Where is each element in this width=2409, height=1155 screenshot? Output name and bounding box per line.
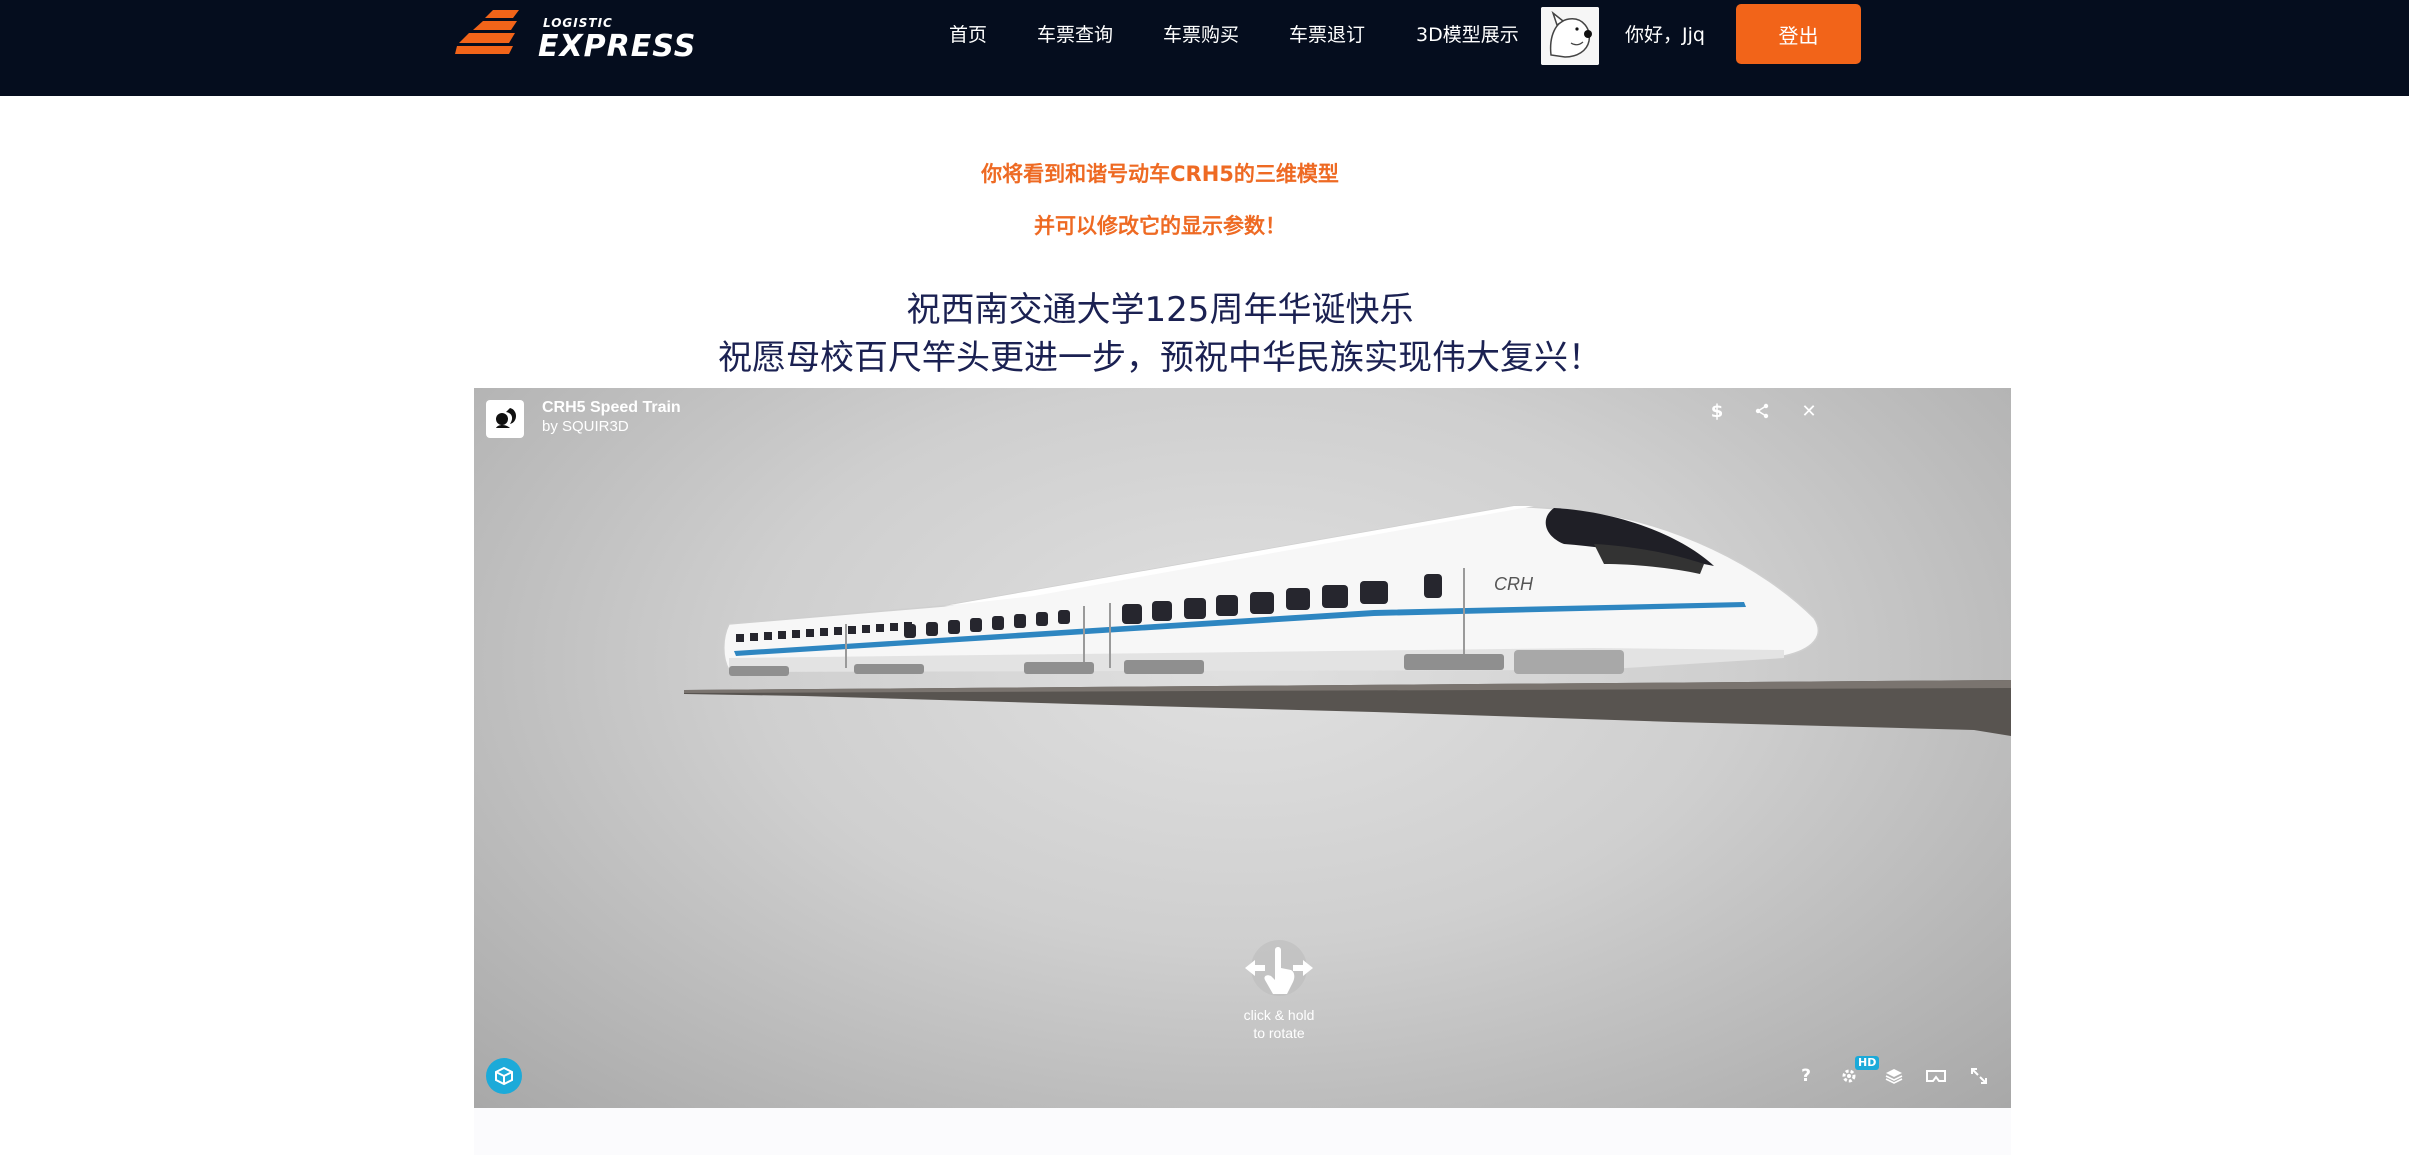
vr-icon[interactable] — [1921, 1061, 1951, 1091]
nav-ticket-purchase[interactable]: 车票购买 — [1163, 20, 1239, 50]
squir3d-avatar[interactable] — [486, 400, 524, 438]
fullscreen-icon[interactable] — [1964, 1061, 1994, 1091]
nav-home[interactable]: 首页 — [949, 20, 987, 50]
model-author[interactable]: by SQUIR3D — [542, 418, 629, 435]
squirrel-icon — [496, 408, 516, 428]
headline-line-2: 祝愿母校百尺竿头更进一步，预祝中华民族实现伟大复兴！ — [718, 338, 1602, 378]
nav-3d-model[interactable]: 3D模型展示 — [1416, 20, 1519, 50]
rotate-hint: click & hold to rotate — [1224, 938, 1334, 1042]
hd-badge: HD — [1855, 1056, 1880, 1070]
nav-ticket-refund[interactable]: 车票退订 — [1289, 20, 1365, 50]
close-icon[interactable]: ✕ — [1794, 396, 1824, 426]
logo-mark-icon — [455, 10, 519, 54]
layers-icon[interactable] — [1879, 1061, 1909, 1091]
logistic-express-logo[interactable]: LOGISTIC EXPRESS — [455, 8, 695, 64]
avatar[interactable] — [1541, 7, 1599, 65]
user-greeting: 你好，Jjq — [1625, 24, 1705, 46]
logout-button[interactable]: 登出 — [1736, 4, 1861, 64]
rotate-hint-line-1: click & hold — [1243, 1007, 1315, 1023]
nav-ticket-query[interactable]: 车票查询 — [1037, 20, 1113, 50]
headline-line-1: 祝西南交通大学125周年华诞快乐 — [906, 290, 1414, 330]
rotate-hint-line-2: to rotate — [1253, 1025, 1305, 1041]
avatar-dog-icon — [1541, 7, 1599, 65]
hand-rotate-icon — [1245, 940, 1313, 996]
logo-big-text: EXPRESS — [538, 29, 697, 64]
share-icon[interactable] — [1747, 396, 1777, 426]
viewer-bottom-band — [474, 1108, 2011, 1155]
logo-small-text: LOGISTIC — [543, 16, 613, 30]
top-navbar: LOGISTIC EXPRESS 首页 车票查询 车票购买 车票退订 3D模型展… — [0, 0, 2409, 96]
intro-line-1: 你将看到和谐号动车CRH5的三维模型 — [981, 162, 1339, 186]
model-title[interactable]: CRH5 Speed Train — [542, 399, 681, 417]
intro-line-2: 并可以修改它的显示参数！ — [1034, 214, 1286, 238]
help-icon[interactable]: ? — [1791, 1061, 1821, 1091]
train-crh-label: CRH — [1494, 574, 1534, 594]
model-viewer[interactable]: CRH CRH5 Speed Train by SQUIR3D $ ✕ clic… — [474, 388, 2011, 1108]
sketchfab-logo-icon[interactable] — [486, 1058, 522, 1094]
dollar-icon[interactable]: $ — [1702, 396, 1732, 426]
